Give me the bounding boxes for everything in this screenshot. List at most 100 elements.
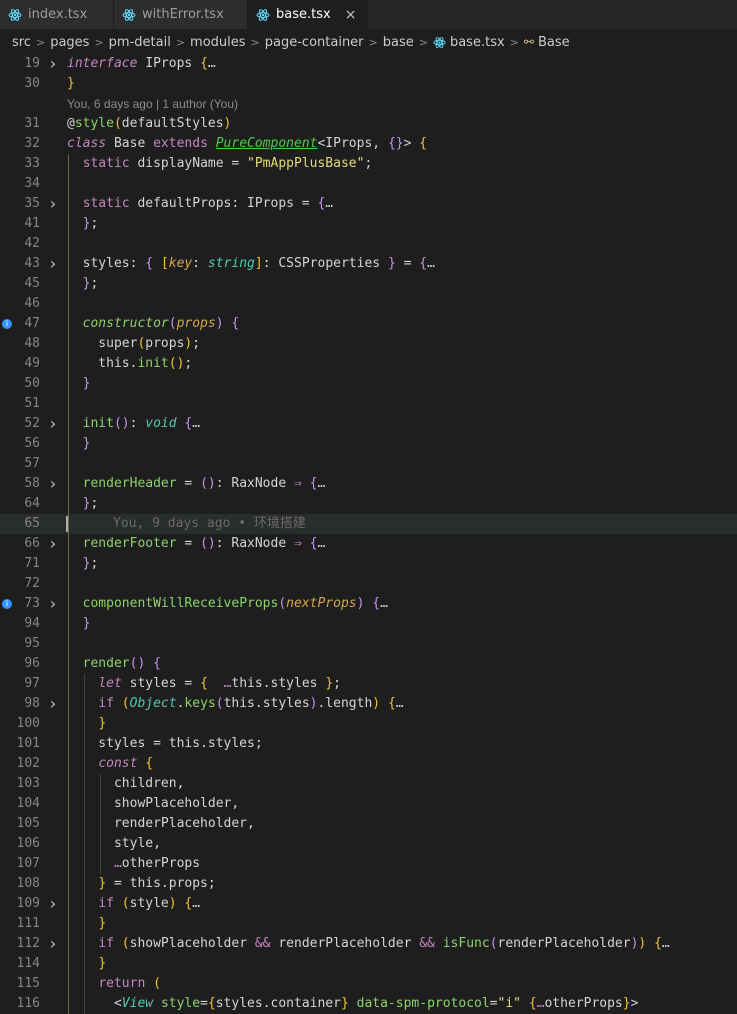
code-line[interactable]: 112 › if (showPlaceholder && renderPlaceh…	[0, 934, 737, 954]
fold-chevron-icon[interactable]: ›	[48, 694, 58, 714]
tab-label: base.tsx	[276, 7, 331, 22]
code-text: render() {	[82, 656, 161, 671]
inline-git-blame[interactable]: You, 9 days ago • 环境搭建	[113, 514, 306, 534]
breadcrumb-item[interactable]: Base	[538, 35, 570, 50]
code-line[interactable]: 48 super(props);	[0, 334, 737, 354]
code-line[interactable]: 51	[0, 394, 737, 414]
code-line[interactable]: 105 renderPlaceholder,	[0, 814, 737, 834]
fold-chevron-icon[interactable]: ›	[48, 194, 58, 214]
code-line[interactable]: 66 › renderFooter = (): RaxNode ⇒ {…	[0, 534, 737, 554]
code-line[interactable]: 107 …otherProps	[0, 854, 737, 874]
fold-chevron-icon[interactable]: ›	[48, 934, 58, 954]
line-number: 30	[24, 76, 40, 91]
git-blame-header[interactable]: You, 6 days ago | 1 author (You)	[0, 94, 737, 114]
code-text: super(props);	[67, 336, 201, 351]
fold-chevron-icon[interactable]: ›	[48, 594, 58, 614]
code-line[interactable]: 33 static displayName = "PmAppPlusBase";	[0, 154, 737, 174]
breadcrumb-item[interactable]: base.tsx	[450, 35, 505, 50]
code-line[interactable]: 46	[0, 294, 737, 314]
code-line[interactable]: 32 class Base extends PureComponent<IProp…	[0, 134, 737, 154]
breadcrumb-item[interactable]: page-container	[265, 35, 364, 50]
code-line[interactable]: 109 › if (style) {…	[0, 894, 737, 914]
breadcrumb-item[interactable]: base	[383, 35, 414, 50]
code-text: <View style={styles.container} data-spm-…	[67, 996, 639, 1011]
code-text: }	[82, 436, 91, 451]
line-number: 41	[24, 216, 40, 231]
line-number: 33	[24, 156, 40, 171]
line-number: 66	[24, 536, 40, 551]
code-text: @style(defaultStyles)	[67, 116, 232, 131]
code-line[interactable]: 49 this.init();	[0, 354, 737, 374]
code-line[interactable]: 103 children,	[0, 774, 737, 794]
line-number: 32	[24, 136, 40, 151]
fold-chevron-icon[interactable]: ›	[48, 894, 58, 914]
line-number: 45	[24, 276, 40, 291]
tab-witherror-tsx[interactable]: withError.tsx	[114, 0, 248, 29]
code-line[interactable]: 19 › interface IProps {…	[0, 54, 737, 74]
line-number: 49	[24, 356, 40, 371]
code-line[interactable]: 104 showPlaceholder,	[0, 794, 737, 814]
tab-base-tsx[interactable]: base.tsx ×	[248, 0, 368, 29]
code-line[interactable]: 100 }	[0, 714, 737, 734]
line-number: 103	[16, 776, 40, 791]
code-line[interactable]: 41 };	[0, 214, 737, 234]
breadcrumb-item[interactable]: pages	[50, 35, 89, 50]
breadcrumb: src > pages > pm-detail > modules > page-con…	[0, 30, 737, 54]
indent-guide	[68, 174, 69, 194]
code-line[interactable]: 108 } = this.props;	[0, 874, 737, 894]
code-line[interactable]: 30}	[0, 74, 737, 94]
react-file-icon	[256, 8, 270, 21]
line-number: 115	[16, 976, 40, 991]
code-text: this.init();	[67, 356, 193, 371]
code-line[interactable]: 50 }	[0, 374, 737, 394]
code-line[interactable]: 111 }	[0, 914, 737, 934]
breadcrumb-item[interactable]: modules	[190, 35, 246, 50]
code-line[interactable]: 34	[0, 174, 737, 194]
code-line[interactable]: 114 }	[0, 954, 737, 974]
fold-chevron-icon[interactable]: ›	[48, 54, 58, 74]
code-line[interactable]: 96 render() {	[0, 654, 737, 674]
code-line[interactable]: 106 style,	[0, 834, 737, 854]
code-line[interactable]: 65 You, 9 days ago • 环境搭建	[0, 514, 737, 534]
code-line[interactable]: 71 };	[0, 554, 737, 574]
close-icon[interactable]: ×	[345, 7, 357, 23]
code-line[interactable]: 35 › static defaultProps: IProps = {…	[0, 194, 737, 214]
code-line[interactable]: 102 const {	[0, 754, 737, 774]
code-line[interactable]: 45 };	[0, 274, 737, 294]
code-line[interactable]: 95	[0, 634, 737, 654]
code-line[interactable]: 56 }	[0, 434, 737, 454]
code-text: constructor(props) {	[82, 316, 240, 331]
code-line[interactable]: 31 @style(defaultStyles)	[0, 114, 737, 134]
code-line[interactable]: i 73 › componentWillReceiveProps(nextProps…	[0, 594, 737, 614]
indent-guide	[68, 514, 69, 534]
code-line[interactable]: 43 › styles: { [key: string]: CSSProperti…	[0, 254, 737, 274]
line-number: 112	[16, 936, 40, 951]
breadcrumb-item[interactable]: pm-detail	[109, 35, 171, 50]
code-line[interactable]: 64 };	[0, 494, 737, 514]
code-line[interactable]: 98 › if (Object.keys(this.styles).length)…	[0, 694, 737, 714]
fold-chevron-icon[interactable]: ›	[48, 534, 58, 554]
fold-chevron-icon[interactable]: ›	[48, 474, 58, 494]
code-editor[interactable]: 19 › interface IProps {… 30} You, 6 days ago…	[0, 54, 737, 1014]
indent-guide	[68, 234, 69, 254]
breadcrumb-item[interactable]: src	[12, 35, 31, 50]
code-line[interactable]: 58 › renderHeader = (): RaxNode ⇒ {…	[0, 474, 737, 494]
code-line[interactable]: 42	[0, 234, 737, 254]
code-text: };	[82, 496, 99, 511]
indent-guide	[68, 394, 69, 414]
code-line[interactable]: 101 styles = this.styles;	[0, 734, 737, 754]
code-line[interactable]: 97 let styles = { …this.styles };	[0, 674, 737, 694]
code-line[interactable]: 72	[0, 574, 737, 594]
code-line[interactable]: 52 › init(): void {…	[0, 414, 737, 434]
line-number: 98	[24, 696, 40, 711]
code-line[interactable]: 115 return (	[0, 974, 737, 994]
code-line[interactable]: 94 }	[0, 614, 737, 634]
code-line[interactable]: 57	[0, 454, 737, 474]
code-line[interactable]: 116 <View style={styles.container} data-…	[0, 994, 737, 1014]
code-line[interactable]: i 47 constructor(props) {	[0, 314, 737, 334]
fold-chevron-icon[interactable]: ›	[48, 254, 58, 274]
fold-chevron-icon[interactable]: ›	[48, 414, 58, 434]
line-number: 64	[24, 496, 40, 511]
tab-index-tsx[interactable]: index.tsx	[0, 0, 114, 29]
react-file-icon	[433, 36, 446, 48]
